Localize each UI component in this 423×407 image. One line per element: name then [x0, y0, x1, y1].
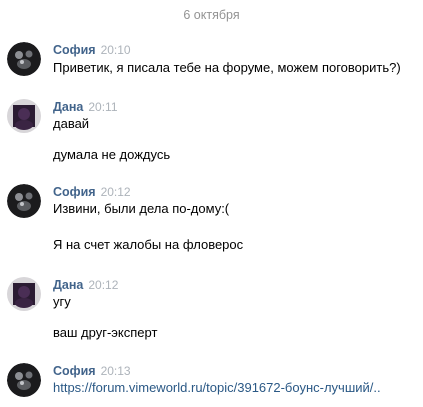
avatar-sofia[interactable] [7, 184, 41, 218]
message-text: https://forum.vimeworld.ru/topic/391672-… [53, 380, 381, 396]
message-text: Извини, были дела по-дому:( [53, 201, 230, 216]
message-text: Приветик, я писала тебе на форуме, можем… [53, 60, 401, 75]
avatar-dana[interactable] [7, 277, 41, 311]
message-time[interactable]: 20:11 [88, 100, 117, 114]
message-header: София 20:12 [53, 184, 131, 200]
message-text: давай [53, 116, 90, 131]
message-text: думала не дождусь [53, 147, 171, 162]
avatar-dana[interactable] [7, 99, 41, 133]
avatar-sofia[interactable] [7, 42, 41, 76]
message-text: ваш друг-эксперт [53, 325, 158, 340]
message-text: Я на счет жалобы на фловерос [53, 237, 244, 252]
message-header: София 20:10 [53, 42, 131, 58]
date-separator: 6 октября [183, 8, 240, 22]
message-header: Дана 20:12 [53, 277, 118, 293]
message-time[interactable]: 20:12 [101, 185, 131, 199]
message-time[interactable]: 20:12 [88, 278, 118, 292]
message-header: София 20:13 [53, 363, 131, 379]
message-link[interactable]: https://forum.vimeworld.ru/topic/391672-… [53, 380, 381, 395]
message-header: Дана 20:11 [53, 99, 118, 115]
message-text: угу [53, 294, 71, 309]
author-name[interactable]: Дана [53, 278, 83, 292]
author-name[interactable]: Дана [53, 100, 83, 114]
avatar-sofia[interactable] [7, 363, 41, 397]
author-name[interactable]: София [53, 364, 96, 378]
message-time[interactable]: 20:13 [101, 364, 131, 378]
author-name[interactable]: София [53, 185, 96, 199]
author-name[interactable]: София [53, 43, 96, 57]
message-time[interactable]: 20:10 [101, 43, 131, 57]
